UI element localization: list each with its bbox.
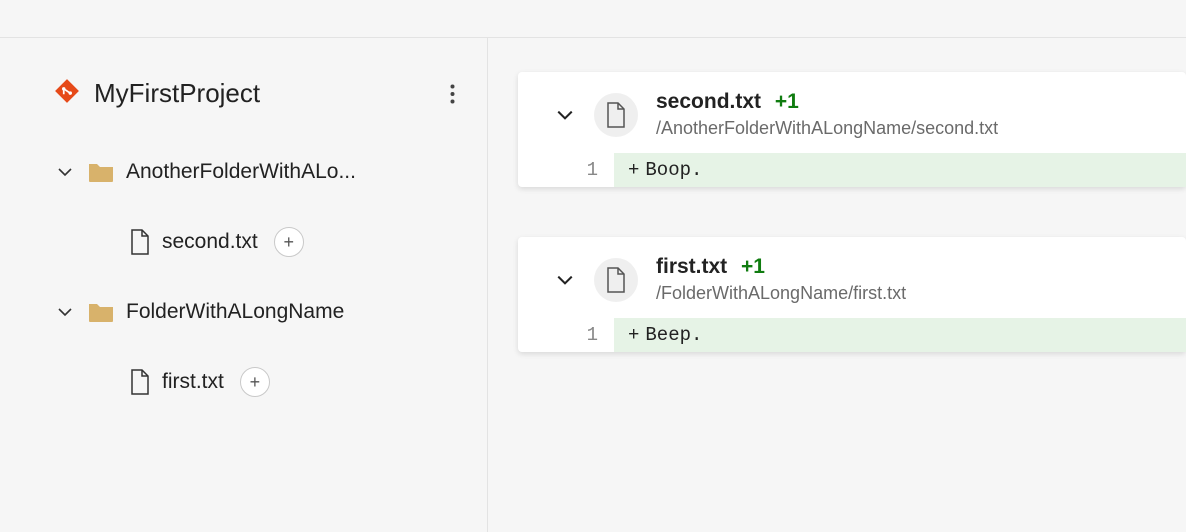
diff-line-added: 1 + Boop. — [518, 153, 1186, 187]
project-title: MyFirstProject — [94, 78, 423, 109]
file-icon — [130, 369, 150, 395]
diff-filename-row: first.txt +1 — [656, 255, 906, 279]
chevron-down-icon[interactable] — [54, 161, 76, 183]
file-icon — [130, 229, 150, 255]
folder-icon — [88, 161, 114, 183]
toolbar-placeholder — [0, 0, 1186, 38]
folder-icon — [88, 301, 114, 323]
more-vertical-icon — [450, 84, 455, 104]
diff-filename: first.txt — [656, 255, 727, 278]
diff-filename: second.txt — [656, 90, 761, 113]
chevron-down-icon[interactable] — [54, 301, 76, 323]
folder-label: FolderWithALongName — [126, 300, 344, 324]
chevron-down-icon[interactable] — [554, 269, 576, 291]
diff-delta-badge: +1 — [741, 255, 765, 278]
diff-text: Boop. — [645, 159, 702, 181]
diff-filepath: /FolderWithALongName/first.txt — [656, 283, 906, 304]
add-button[interactable]: + — [240, 367, 270, 397]
diff-card: first.txt +1 /FolderWithALongName/first.… — [518, 237, 1186, 352]
folder-label: AnotherFolderWithALo... — [126, 160, 356, 184]
diff-text: Beep. — [645, 324, 702, 346]
file-icon — [594, 93, 638, 137]
diff-prefix: + — [628, 159, 639, 181]
git-diamond-icon — [54, 78, 80, 109]
more-options-button[interactable] — [437, 79, 467, 109]
folder-row[interactable]: AnotherFolderWithALo... — [54, 149, 467, 195]
add-button[interactable]: + — [274, 227, 304, 257]
project-header: MyFirstProject — [54, 78, 467, 109]
diff-filepath: /AnotherFolderWithALongName/second.txt — [656, 118, 998, 139]
diff-header: first.txt +1 /FolderWithALongName/first.… — [518, 237, 1186, 318]
diff-prefix: + — [628, 324, 639, 346]
file-label: second.txt — [162, 230, 258, 254]
diff-code: + Beep. — [614, 318, 1186, 352]
diff-filename-row: second.txt +1 — [656, 90, 998, 114]
folder-row[interactable]: FolderWithALongName — [54, 289, 467, 335]
line-number: 1 — [518, 159, 614, 181]
diff-panel: second.txt +1 /AnotherFolderWithALongNam… — [488, 38, 1186, 532]
diff-code: + Boop. — [614, 153, 1186, 187]
diff-card: second.txt +1 /AnotherFolderWithALongNam… — [518, 72, 1186, 187]
file-icon — [594, 258, 638, 302]
diff-delta-badge: +1 — [775, 90, 799, 113]
file-label: first.txt — [162, 370, 224, 394]
chevron-down-icon[interactable] — [554, 104, 576, 126]
line-number: 1 — [518, 324, 614, 346]
file-tree: AnotherFolderWithALo... second.txt + Fol… — [54, 149, 467, 405]
file-row[interactable]: first.txt + — [54, 359, 467, 405]
diff-line-added: 1 + Beep. — [518, 318, 1186, 352]
diff-header: second.txt +1 /AnotherFolderWithALongNam… — [518, 72, 1186, 153]
file-row[interactable]: second.txt + — [54, 219, 467, 265]
file-tree-sidebar: MyFirstProject AnotherFolderWithALo... — [0, 38, 488, 532]
